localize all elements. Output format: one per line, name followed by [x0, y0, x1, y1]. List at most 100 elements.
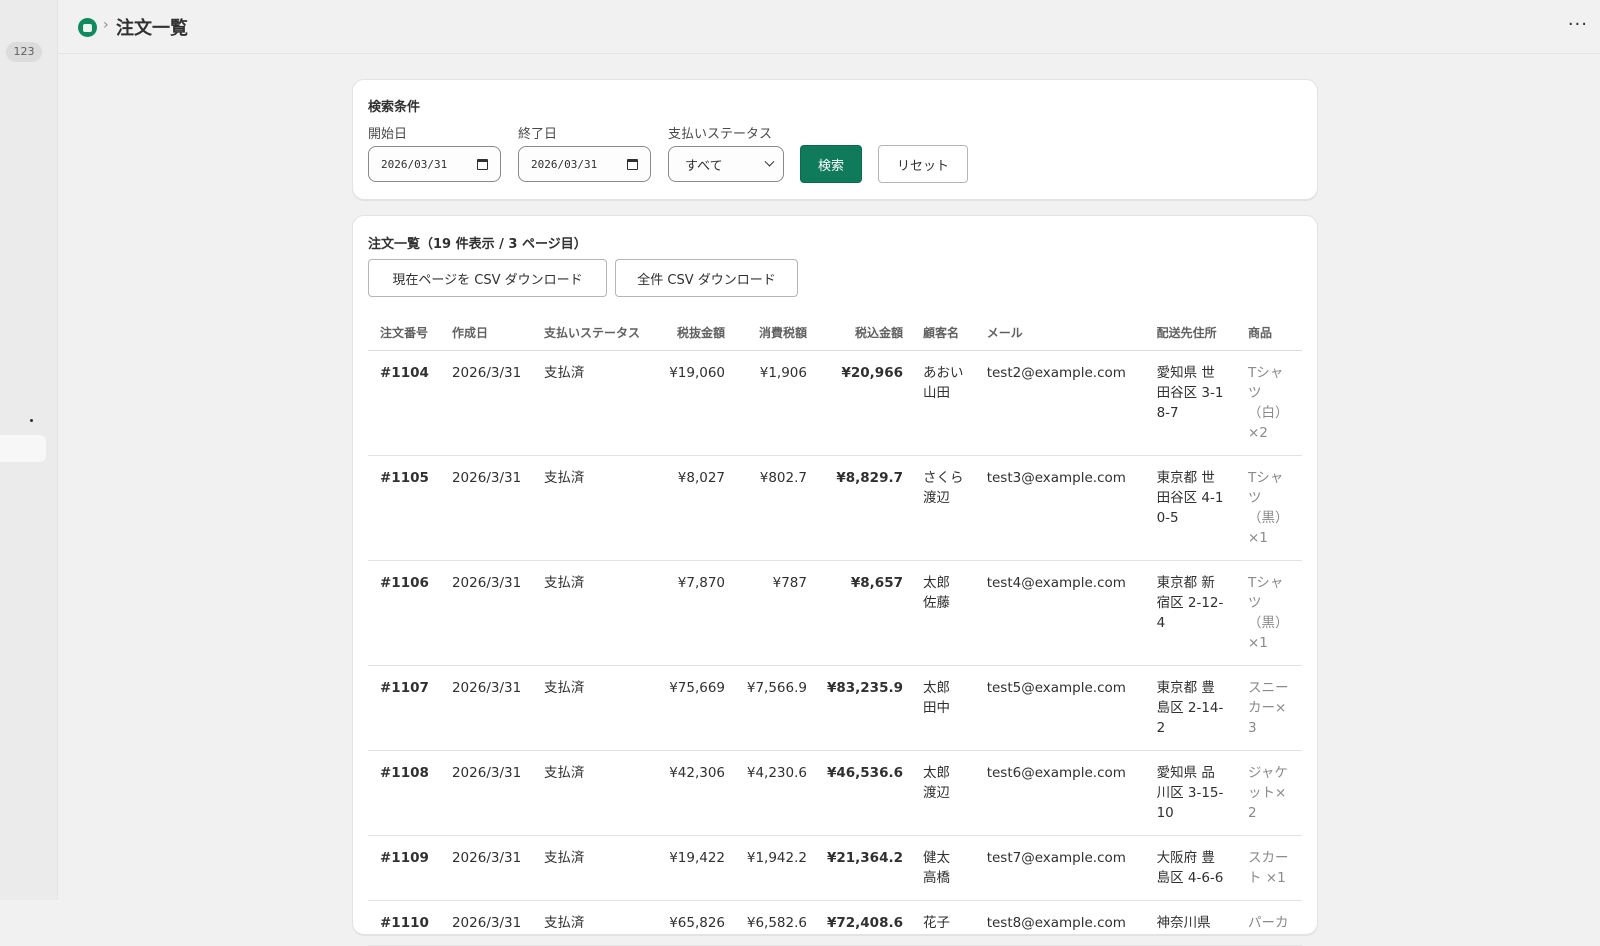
table-row[interactable]: #1110 2026/3/31 支払済 ¥65,826 ¥6,582.6 ¥72… — [368, 900, 1302, 946]
customer-name: 太郎 田中 — [911, 665, 975, 751]
total-amount: ¥8,657 — [814, 560, 911, 666]
breadcrumb-chevron-icon: › — [103, 17, 109, 33]
column-header[interactable]: 配送先住所 — [1144, 316, 1236, 351]
customer-name: 太郎 渡辺 — [911, 750, 975, 836]
subtotal: ¥19,422 — [651, 835, 734, 901]
rail-badge[interactable]: 123 — [6, 42, 42, 62]
customer-name: さくら 渡辺 — [911, 455, 975, 561]
status-select[interactable]: すべて — [668, 146, 784, 182]
created-date: 2026/3/31 — [439, 750, 532, 836]
left-rail: 123 — [0, 0, 58, 900]
tax-amount: ¥4,230.6 — [733, 750, 815, 836]
table-row[interactable]: #1107 2026/3/31 支払済 ¥75,669 ¥7,566.9 ¥83… — [368, 665, 1302, 751]
column-header[interactable]: 支払いステータス — [531, 316, 652, 351]
payment-status: 支払済 — [531, 455, 652, 561]
total-amount: ¥46,536.6 — [814, 750, 911, 836]
customer-email: test2@example.com — [974, 350, 1145, 456]
created-date: 2026/3/31 — [439, 560, 532, 666]
column-header[interactable]: 注文番号 — [368, 316, 440, 351]
order-number[interactable]: #1108 — [368, 750, 440, 836]
csv-all-download-button[interactable]: 全件 CSV ダウンロード — [615, 259, 798, 297]
created-date: 2026/3/31 — [439, 350, 532, 456]
rail-dot-icon — [30, 419, 33, 422]
list-heading: 注文一覧（19 件表示 / 3 ページ目） — [368, 237, 587, 252]
shipping-address: 神奈川県 — [1144, 900, 1236, 946]
start-date-label: 開始日 — [368, 127, 408, 142]
table-header-row: 注文番号 作成日 支払いステータス 税抜金額 消費税額 税込金額 顧客名 メール… — [368, 316, 1302, 351]
more-actions-button[interactable]: ··· — [1568, 14, 1588, 35]
subtotal: ¥65,826 — [651, 900, 734, 946]
shipping-address: 東京都 豊島区 2-14-2 — [1144, 665, 1236, 751]
top-bar: › 注文一覧 ··· — [58, 0, 1600, 54]
created-date: 2026/3/31 — [439, 900, 532, 946]
order-number[interactable]: #1106 — [368, 560, 440, 666]
start-date-input[interactable]: 2026/03/31 — [368, 146, 501, 182]
subtotal: ¥8,027 — [651, 455, 734, 561]
column-header[interactable]: 税込金額 — [814, 316, 911, 351]
table-row[interactable]: #1104 2026/3/31 支払済 ¥19,060 ¥1,906 ¥20,9… — [368, 350, 1302, 456]
order-number[interactable]: #1105 — [368, 455, 440, 561]
table-row[interactable]: #1106 2026/3/31 支払済 ¥7,870 ¥787 ¥8,657 太… — [368, 560, 1302, 666]
column-header[interactable]: 作成日 — [439, 316, 532, 351]
calendar-icon[interactable] — [627, 158, 638, 170]
table-row[interactable]: #1105 2026/3/31 支払済 ¥8,027 ¥802.7 ¥8,829… — [368, 455, 1302, 561]
status-select-value: すべて — [685, 158, 723, 174]
total-amount: ¥83,235.9 — [814, 665, 911, 751]
shipping-address: 大阪府 豊島区 4-6-6 — [1144, 835, 1236, 901]
payment-status: 支払済 — [531, 350, 652, 456]
search-button[interactable]: 検索 — [800, 145, 862, 183]
customer-name: 花子 — [911, 900, 975, 946]
order-number[interactable]: #1104 — [368, 350, 440, 456]
tax-amount: ¥1,942.2 — [733, 835, 815, 901]
table-row[interactable]: #1109 2026/3/31 支払済 ¥19,422 ¥1,942.2 ¥21… — [368, 835, 1302, 901]
customer-name: 太郎 佐藤 — [911, 560, 975, 666]
reset-button[interactable]: リセット — [878, 145, 968, 183]
payment-status: 支払済 — [531, 560, 652, 666]
page-title: 注文一覧 — [116, 18, 188, 39]
tax-amount: ¥1,906 — [733, 350, 815, 456]
created-date: 2026/3/31 — [439, 665, 532, 751]
search-heading: 検索条件 — [368, 100, 421, 115]
shipping-address: 東京都 新宿区 2-12-4 — [1144, 560, 1236, 666]
customer-email: test7@example.com — [974, 835, 1145, 901]
tax-amount: ¥802.7 — [733, 455, 815, 561]
column-header[interactable]: 消費税額 — [733, 316, 815, 351]
end-date-value: 2026/03/31 — [531, 157, 598, 171]
order-number[interactable]: #1107 — [368, 665, 440, 751]
rail-active-item[interactable] — [0, 435, 46, 462]
total-amount: ¥20,966 — [814, 350, 911, 456]
subtotal: ¥19,060 — [651, 350, 734, 456]
tax-amount: ¥7,566.9 — [733, 665, 815, 751]
csv-page-download-button[interactable]: 現在ページを CSV ダウンロード — [368, 259, 607, 297]
chevron-down-icon — [764, 156, 775, 167]
items: スニーカー×3 — [1236, 665, 1302, 751]
customer-name: あおい 山田 — [911, 350, 975, 456]
end-date-input[interactable]: 2026/03/31 — [518, 146, 651, 182]
order-number[interactable]: #1110 — [368, 900, 440, 946]
calendar-icon[interactable] — [477, 158, 488, 170]
created-date: 2026/3/31 — [439, 835, 532, 901]
column-header[interactable]: 商品 — [1236, 316, 1302, 351]
customer-email: test5@example.com — [974, 665, 1145, 751]
items: Tシャツ（黒）×1 — [1236, 455, 1302, 561]
column-header[interactable]: メール — [974, 316, 1145, 351]
subtotal: ¥7,870 — [651, 560, 734, 666]
total-amount: ¥72,408.6 — [814, 900, 911, 946]
customer-email: test4@example.com — [974, 560, 1145, 666]
table-row[interactable]: #1108 2026/3/31 支払済 ¥42,306 ¥4,230.6 ¥46… — [368, 750, 1302, 836]
column-header[interactable]: 顧客名 — [911, 316, 975, 351]
tax-amount: ¥787 — [733, 560, 815, 666]
end-date-label: 終了日 — [518, 127, 558, 142]
payment-status: 支払済 — [531, 665, 652, 751]
total-amount: ¥8,829.7 — [814, 455, 911, 561]
payment-status: 支払済 — [531, 750, 652, 836]
shipping-address: 東京都 世田谷区 4-10-5 — [1144, 455, 1236, 561]
created-date: 2026/3/31 — [439, 455, 532, 561]
customer-email: test6@example.com — [974, 750, 1145, 836]
order-number[interactable]: #1109 — [368, 835, 440, 901]
column-header[interactable]: 税抜金額 — [651, 316, 734, 351]
items: スカート ×1 — [1236, 835, 1302, 901]
items: Tシャツ（白）×2 — [1236, 350, 1302, 456]
app-icon[interactable] — [78, 18, 97, 37]
items: ジャケット×2 — [1236, 750, 1302, 836]
